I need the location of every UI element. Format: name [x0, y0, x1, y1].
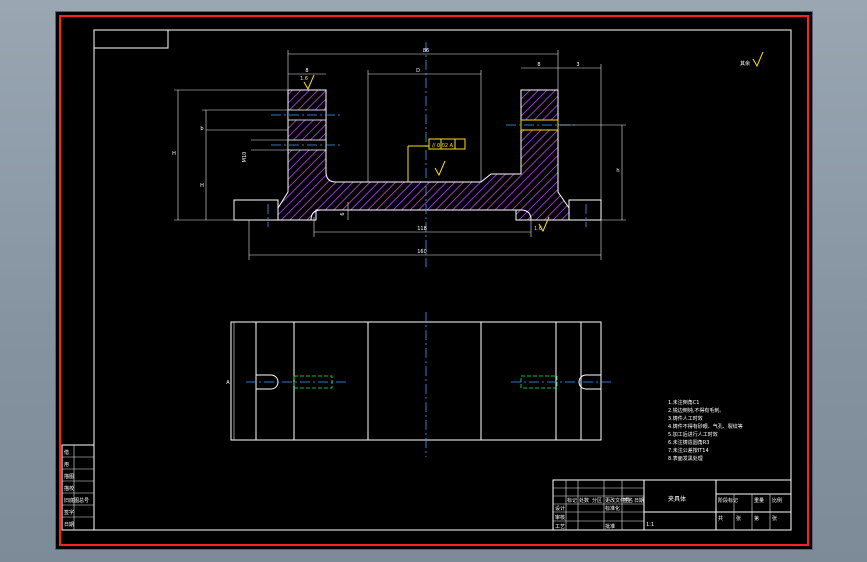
tb-no: 第	[754, 515, 759, 522]
cad-drawing: 86 8 D 8 3 H H b M10 h 118 160 6 1.6 1.6…	[59, 15, 809, 546]
tb-approve: 批准	[605, 523, 615, 530]
tech-req-8: 8.表面发黑处理	[668, 455, 703, 462]
side-table: 借 用 描图 描校 旧底图总号 签字 日期	[61, 444, 95, 531]
dim-slot-depth: 6	[340, 212, 346, 215]
tb-count: 处数	[579, 497, 589, 504]
tb-zone: 分区	[592, 497, 602, 504]
tb-sheet-1: 张	[736, 515, 741, 522]
side-row-4: 描校	[64, 485, 74, 492]
tech-req-7: 7.未注公差按IT14	[668, 447, 709, 454]
front-section-view: 86 8 D 8 3 H H b M10 h 118 160 6 1.6 1.6…	[172, 42, 626, 267]
tb-ratio: 比例	[772, 497, 782, 504]
left-flange	[233, 199, 279, 221]
roughness-corner-label: 其余	[740, 60, 750, 67]
roughness-corner: 其余	[740, 51, 764, 68]
plan-view: A	[226, 312, 611, 457]
tb-mark: 标记	[567, 497, 577, 504]
dim-overall-width: 160	[417, 249, 427, 255]
tech-req-5: 5.加工后进行人工时效	[668, 431, 718, 438]
inner-frame	[93, 29, 792, 531]
tb-process: 工艺	[555, 524, 565, 530]
tb-sign: 签名	[623, 497, 633, 504]
side-row-5: 旧底图总号	[64, 497, 89, 504]
tech-req-4: 4.铸件不得有砂眼、气孔、裂纹等	[668, 423, 743, 430]
dim-overall-top: 86	[423, 48, 429, 54]
dim-center-gap: D	[416, 68, 420, 74]
dim-height-inner: H	[200, 183, 204, 189]
tb-sheet-2: 张	[772, 515, 777, 522]
roughness-corner-symbol	[752, 51, 764, 68]
dim-right-boss: 8	[537, 62, 540, 68]
tb-date: 日期	[634, 498, 644, 504]
tb-stage: 阶段标记	[718, 497, 738, 504]
roughness-value-bottom: 1.6	[534, 226, 542, 232]
dim-height-left: H	[172, 151, 176, 157]
scale-value: 1:1	[646, 522, 654, 528]
part-name: 夹具体	[668, 495, 686, 503]
tb-weight: 重量	[754, 497, 764, 504]
side-row-7: 日期	[64, 522, 74, 528]
dim-bottom-width: 118	[417, 226, 427, 232]
tb-design: 设计	[555, 505, 565, 512]
outer-border	[59, 15, 809, 546]
tech-req-3: 3.铸件人工时效	[668, 415, 703, 422]
side-row-6: 签字	[64, 509, 74, 516]
side-row-1: 借	[64, 449, 69, 456]
dim-slot-width: b	[200, 126, 203, 132]
tech-req-1: 1.未注倒角C1	[668, 399, 699, 406]
tolerance-text: // 0.02 A	[432, 143, 454, 149]
dim-left-boss: 8	[305, 68, 308, 74]
roughness-symbol-center	[434, 160, 446, 177]
right-flange	[568, 199, 602, 221]
part-section-hatch	[277, 89, 570, 221]
tb-total: 共	[718, 515, 723, 522]
dim-height-right: h	[616, 168, 619, 174]
tech-req-2: 2.锐边倒钝,不得有毛刺。	[668, 407, 724, 414]
tb-review: 审核	[555, 514, 565, 521]
drawing-number-box	[93, 29, 169, 49]
tech-requirements: 1.未注倒角C1 2.锐边倒钝,不得有毛刺。 3.铸件人工时效 4.铸件不得有砂…	[668, 399, 743, 462]
side-row-2: 用	[64, 462, 69, 468]
title-block: 标记 处数 分区 更改文件号 签名 日期 设计 标准化 审核 工艺 批准 夹具体…	[552, 479, 792, 531]
plan-outline	[230, 321, 602, 441]
tb-standard: 标准化	[605, 505, 620, 512]
cad-drawing-canvas[interactable]: 86 8 D 8 3 H H b M10 h 118 160 6 1.6 1.6…	[56, 12, 812, 549]
side-row-3: 描图	[64, 473, 74, 480]
dim-thread: M10	[242, 152, 248, 163]
roughness-value-left: 1.6	[300, 76, 308, 82]
tech-req-6: 6.未注铸造圆角R3	[668, 439, 709, 446]
dim-right-tab: 3	[576, 62, 579, 68]
dim-plan-height: A	[226, 380, 230, 386]
